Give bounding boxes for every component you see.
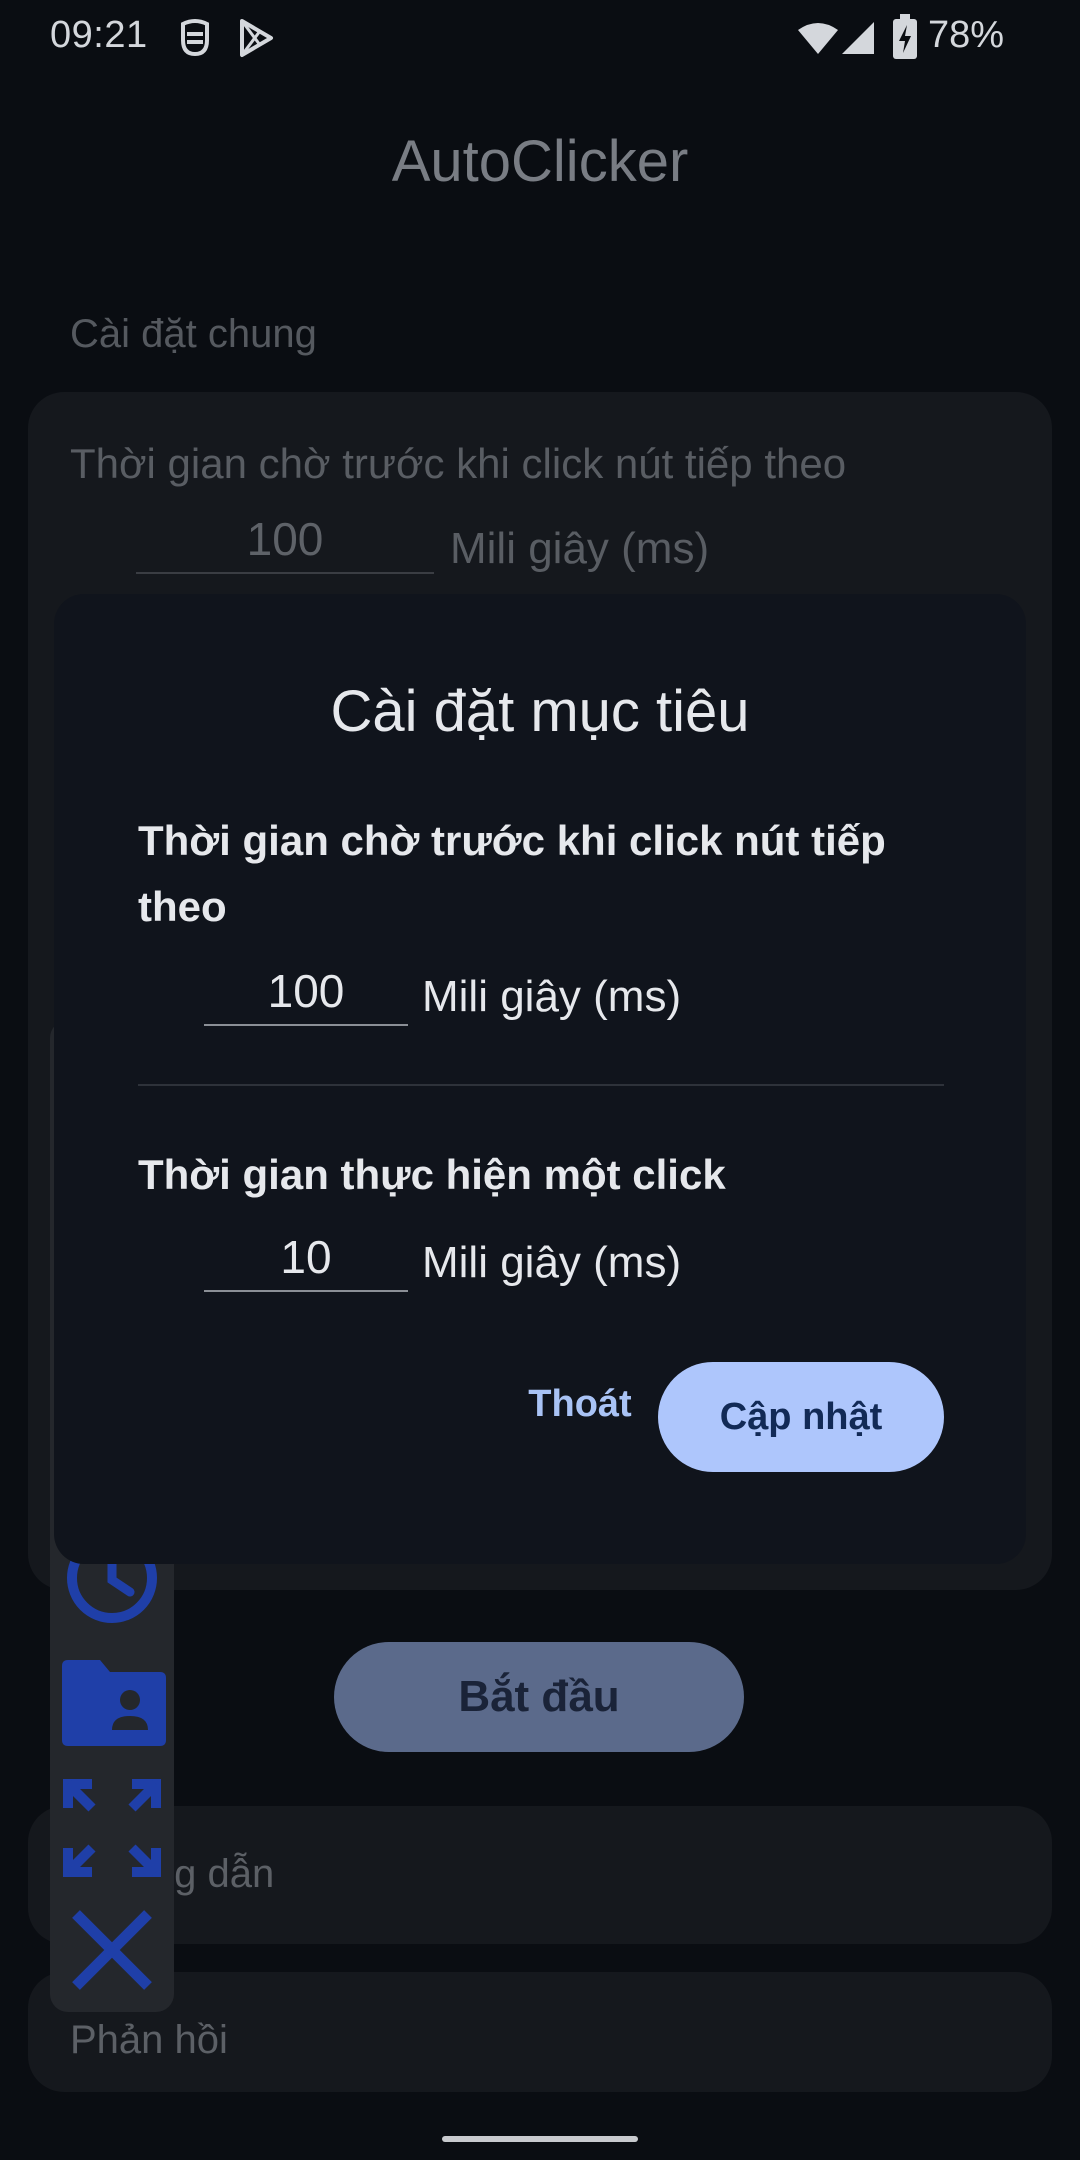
delay-unit: Mili giây (ms) <box>422 972 682 1021</box>
status-bar: 09:21 78% <box>0 0 1080 80</box>
click-duration-unit: Mili giây (ms) <box>422 1238 682 1287</box>
signal-icon <box>840 20 876 61</box>
face-mask-icon <box>178 18 212 63</box>
click-duration-label: Thời gian thực hiện một click <box>138 1151 726 1198</box>
app-title: AutoClicker <box>391 129 689 194</box>
start-button[interactable]: Bắt đầu <box>334 1642 744 1752</box>
folder-person-icon[interactable] <box>62 1660 166 1751</box>
feedback-row[interactable]: Phản hồi <box>28 1972 1052 2092</box>
expand-arrows-icon[interactable] <box>62 1778 162 1883</box>
bg-delay-unit: Mili giây (ms) <box>450 524 710 573</box>
screen: 09:21 78% AutoClicker Cài đặt chung Thời… <box>0 0 1080 2160</box>
divider <box>138 1084 944 1086</box>
section-general-title: Cài đặt chung <box>70 312 317 356</box>
delay-input[interactable]: 100 <box>204 962 408 1026</box>
update-button[interactable]: Cập nhật <box>658 1362 944 1472</box>
play-store-icon <box>236 18 276 63</box>
delay-label: Thời gian chờ trước khi click nút tiếp t… <box>138 817 886 930</box>
target-settings-dialog: Cài đặt mục tiêu Thời gian chờ trước khi… <box>54 594 1026 1564</box>
dialog-title: Cài đặt mục tiêu <box>330 679 750 744</box>
click-duration-input[interactable]: 10 <box>204 1228 408 1292</box>
bg-delay-input[interactable]: 100 <box>136 512 434 574</box>
status-time: 09:21 <box>50 14 148 56</box>
navigation-handle[interactable] <box>442 2136 638 2142</box>
wifi-icon <box>796 22 840 61</box>
battery-percent: 78% <box>928 14 1005 56</box>
feedback-label: Phản hồi <box>70 2018 228 2062</box>
battery-charging-icon <box>892 14 918 65</box>
bg-delay-label: Thời gian chờ trước khi click nút tiếp t… <box>70 440 847 487</box>
close-icon[interactable] <box>62 1910 162 1995</box>
guide-row[interactable]: Hướng dẫn <box>28 1806 1052 1944</box>
